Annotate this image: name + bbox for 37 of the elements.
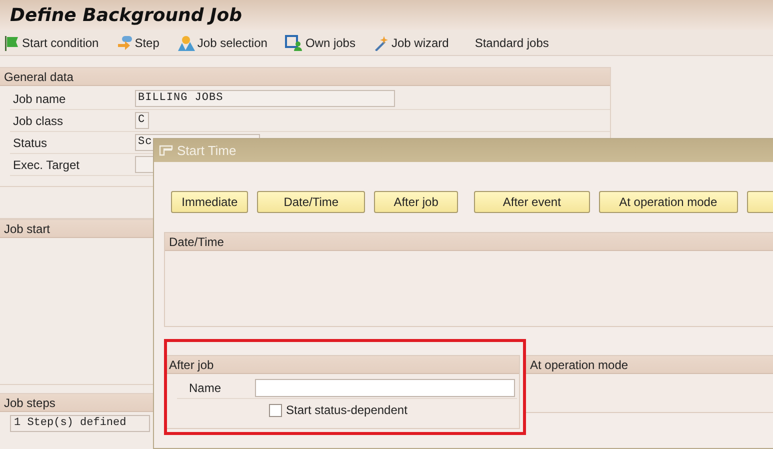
field-label: Job class — [12, 114, 64, 128]
steps-field: 1 Step(s) defined — [10, 415, 150, 432]
input-field[interactable]: BILLING JOBS — [135, 90, 395, 107]
option-button[interactable]: Date/Time — [257, 191, 365, 213]
toolbar-button[interactable]: Standard jobs — [474, 36, 549, 50]
toolbar-button[interactable]: Job selection — [177, 34, 268, 50]
section-header: At operation mode — [526, 356, 773, 374]
option-button[interactable]: After event — [474, 191, 590, 213]
checkbox-label: Start status-dependent — [286, 403, 408, 417]
section-header: Date/Time — [165, 233, 773, 251]
section-header: Job steps — [0, 393, 153, 412]
people-icon — [177, 34, 196, 50]
page-title: Define Background Job — [0, 0, 773, 30]
user-icon — [285, 34, 304, 50]
section-header: After job — [165, 356, 519, 374]
field-label: Name — [188, 380, 222, 394]
toolbar-button[interactable]: Step — [116, 34, 160, 50]
option-button[interactable]: Immediate — [171, 191, 248, 213]
option-button[interactable] — [746, 191, 773, 213]
step-icon — [116, 34, 133, 50]
field-label: Exec. Target — [12, 158, 80, 172]
toolbar-button[interactable]: Start condition — [4, 34, 99, 50]
option-button[interactable]: After job — [374, 191, 458, 213]
option-button[interactable]: At operation mode — [598, 191, 738, 213]
wand-icon — [373, 34, 390, 50]
input-field[interactable] — [255, 378, 515, 396]
field-label: Status — [12, 136, 48, 150]
checkbox[interactable] — [269, 404, 282, 416]
flag-icon — [4, 34, 20, 50]
section-header: Job start — [0, 219, 153, 238]
input-field[interactable]: C — [135, 112, 149, 129]
window-icon — [159, 144, 173, 156]
dialog-title: Start Time — [177, 143, 236, 158]
toolbar-button[interactable]: Own jobs — [285, 34, 356, 50]
section-header: General data — [0, 68, 610, 86]
toolbar-button[interactable]: Job wizard — [373, 34, 449, 50]
field-label: Job name — [12, 92, 67, 106]
